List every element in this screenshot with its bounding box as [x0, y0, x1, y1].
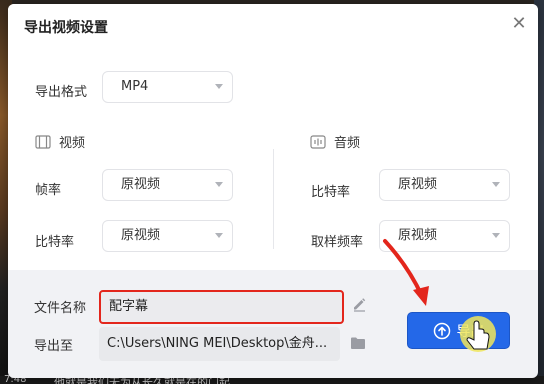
export-path-field[interactable]: C:\Users\NING MEI\Desktop\金舟...: [99, 327, 340, 361]
audio-section-heading: 音频: [310, 132, 360, 151]
audio-wave-icon: [310, 134, 326, 149]
video-bitrate-label: 比特率: [35, 235, 75, 250]
export-to-label: 导出至: [34, 339, 74, 354]
cursor-highlight: [460, 316, 496, 352]
audio-bitrate-label: 比特率: [311, 185, 351, 200]
chevron-down-icon: [215, 84, 223, 89]
upload-icon: [433, 322, 450, 339]
audio-bitrate-select[interactable]: 原视频: [379, 169, 510, 201]
close-icon[interactable]: ✕: [510, 15, 528, 33]
video-frame-rate-value: 原视频: [121, 177, 161, 192]
file-name-label: 文件名称: [34, 301, 87, 316]
video-bitrate-select[interactable]: 原视频: [102, 220, 233, 252]
film-icon: [35, 134, 51, 149]
chevron-down-icon: [215, 182, 223, 187]
video-section-label: 视频: [59, 136, 86, 151]
chevron-down-icon: [215, 233, 223, 238]
audio-section-label: 音频: [334, 136, 361, 151]
video-section-heading: 视频: [35, 132, 85, 151]
section-divider: [273, 149, 274, 249]
dialog-title: 导出视频设置: [24, 20, 108, 36]
format-label: 导出格式: [35, 85, 88, 100]
file-name-input[interactable]: 配字幕: [99, 290, 344, 324]
video-frame-rate-select[interactable]: 原视频: [102, 169, 233, 201]
chevron-down-icon: [492, 182, 500, 187]
audio-sample-rate-value: 原视频: [398, 228, 438, 243]
folder-icon[interactable]: [350, 335, 366, 354]
audio-bitrate-value: 原视频: [398, 177, 438, 192]
export-settings-dialog: 导出视频设置 ✕ 导出格式 MP4 视频 帧率 原视频 比特率 原视频 音频 比…: [8, 4, 538, 378]
pencil-icon[interactable]: [351, 296, 367, 316]
video-bitrate-value: 原视频: [121, 228, 161, 243]
audio-sample-rate-select[interactable]: 原视频: [379, 220, 510, 252]
format-select[interactable]: MP4: [102, 71, 233, 103]
audio-sample-rate-label: 取样频率: [311, 235, 364, 250]
video-frame-rate-label: 帧率: [35, 183, 62, 198]
chevron-down-icon: [492, 233, 500, 238]
format-select-value: MP4: [121, 79, 149, 94]
